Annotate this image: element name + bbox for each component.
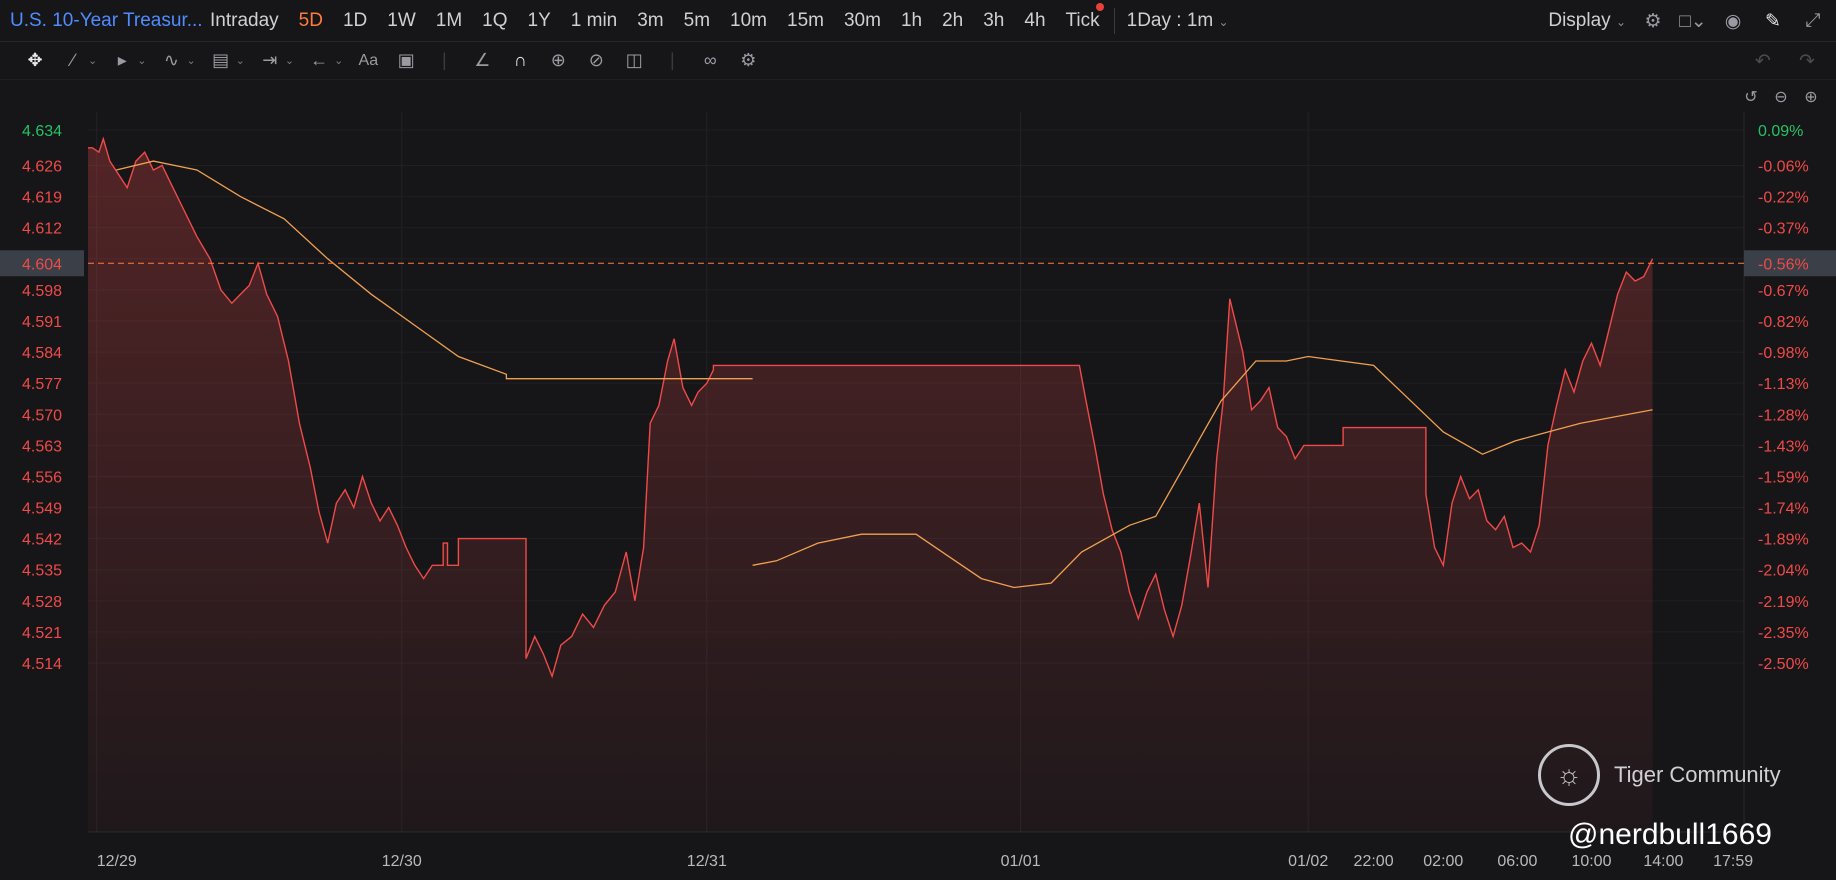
y-tick-label: 4.626	[22, 159, 62, 176]
y-tick-label: 4.521	[22, 625, 62, 642]
pct-tick-label: -0.22%	[1758, 190, 1809, 207]
y-tick-label: 4.514	[22, 656, 62, 673]
pct-tick-label: -0.98%	[1758, 345, 1809, 362]
watermark-handle: @nerdbull1669	[1568, 818, 1772, 851]
x-tick-label: 12/29	[97, 853, 137, 870]
pct-tick-label: -1.59%	[1758, 469, 1809, 486]
price-area-fill	[88, 138, 1653, 832]
pct-tick-label: -1.43%	[1758, 438, 1809, 455]
x-tick-label: 14:00	[1643, 853, 1683, 870]
watermark: ☼ Tiger Community	[1538, 744, 1781, 806]
y-tick-label: 4.598	[22, 283, 62, 300]
x-tick-label: 06:00	[1497, 853, 1537, 870]
x-tick-label: 01/01	[1001, 853, 1041, 870]
pct-tick-label: 0.09%	[1758, 123, 1803, 140]
pct-tick-label: -0.67%	[1758, 283, 1809, 300]
y-tick-label: 4.584	[22, 345, 62, 362]
y-tick-label: 4.612	[22, 221, 62, 238]
pct-tick-label: -0.37%	[1758, 221, 1809, 238]
x-tick-label: 17:59	[1713, 853, 1753, 870]
pct-tick-label: -1.13%	[1758, 376, 1809, 393]
x-tick-label: 12/30	[382, 853, 422, 870]
pct-tick-label: -1.28%	[1758, 407, 1809, 424]
pct-tick-label: -1.74%	[1758, 501, 1809, 518]
x-tick-label: 10:00	[1571, 853, 1611, 870]
y-tick-label: 4.577	[22, 376, 62, 393]
y-tick-label: 4.591	[22, 314, 62, 331]
pct-tick-label: -1.89%	[1758, 532, 1809, 549]
y-tick-label: 4.556	[22, 469, 62, 486]
y-tick-label: 4.634	[22, 123, 62, 140]
current-price-label: 4.604	[22, 256, 62, 273]
y-tick-label: 4.528	[22, 594, 62, 611]
x-tick-label: 01/02	[1288, 853, 1328, 870]
watermark-brand: Tiger Community	[1614, 762, 1781, 787]
pct-tick-label: -0.82%	[1758, 314, 1809, 331]
x-tick-label: 02:00	[1423, 853, 1463, 870]
y-tick-label: 4.549	[22, 501, 62, 518]
x-tick-label: 22:00	[1354, 853, 1394, 870]
current-pct-label: -0.56%	[1758, 256, 1809, 273]
pct-tick-label: -0.06%	[1758, 159, 1809, 176]
y-tick-label: 4.570	[22, 407, 62, 424]
tiger-logo-icon: ☼	[1538, 744, 1600, 806]
y-tick-label: 4.542	[22, 532, 62, 549]
pct-tick-label: -2.50%	[1758, 656, 1809, 673]
pct-tick-label: -2.19%	[1758, 594, 1809, 611]
x-tick-label: 12/31	[687, 853, 727, 870]
y-tick-label: 4.619	[22, 190, 62, 207]
y-tick-label: 4.563	[22, 438, 62, 455]
pct-tick-label: -2.35%	[1758, 625, 1809, 642]
y-tick-label: 4.535	[22, 563, 62, 580]
pct-tick-label: -2.04%	[1758, 563, 1809, 580]
